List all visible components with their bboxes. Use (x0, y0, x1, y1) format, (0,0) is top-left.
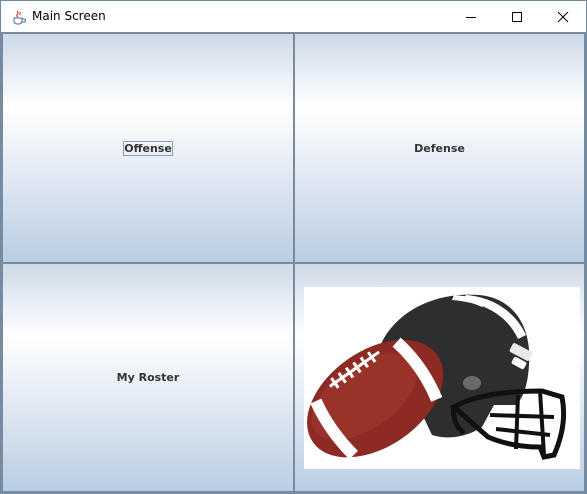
window-title: Main Screen (32, 9, 106, 23)
button-grid: Offense Defense My Roster (1, 32, 586, 493)
my-roster-label: My Roster (116, 371, 180, 384)
close-icon (557, 11, 569, 22)
java-cup-icon[interactable] (11, 9, 27, 25)
maximize-icon (512, 11, 522, 22)
minimize-icon (466, 16, 476, 18)
offense-label: Offense (123, 140, 173, 156)
football-helmet-image (304, 287, 580, 469)
maximize-button[interactable] (494, 1, 540, 32)
my-roster-button[interactable]: My Roster (2, 263, 294, 492)
defense-button[interactable]: Defense (294, 33, 585, 263)
title-bar[interactable]: Main Screen (1, 1, 586, 32)
minimize-button[interactable] (448, 1, 494, 32)
main-window: Main Screen Offense Defense My Roster (0, 0, 587, 494)
offense-button[interactable]: Offense (2, 33, 294, 263)
close-button[interactable] (540, 1, 586, 32)
image-panel (294, 263, 585, 492)
defense-label: Defense (414, 141, 465, 155)
